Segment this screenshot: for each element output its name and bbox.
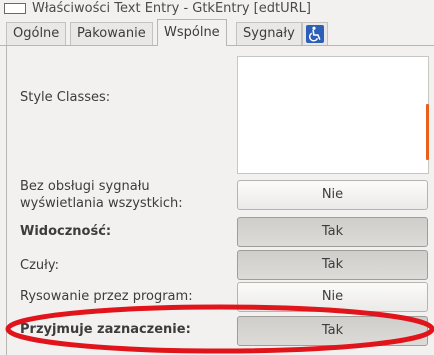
no-show-all-value: Nie: [321, 187, 344, 202]
visible-label: Widoczność:: [20, 224, 112, 239]
no-show-all-label-line2: wyświetlania wszystkich:: [20, 196, 183, 211]
visible-toggle[interactable]: Tak: [237, 217, 428, 247]
no-show-all-toggle[interactable]: Nie: [237, 180, 428, 210]
app-paintable-value: Nie: [321, 289, 344, 304]
title-bar: Właściwości Text Entry - GtkEntry [edtUR…: [0, 0, 434, 19]
scrollbar-thumb[interactable]: [426, 104, 429, 160]
window-title: Właściwości Text Entry - GtkEntry [edtUR…: [32, 1, 311, 16]
tab-common-label: Wspólne: [164, 25, 220, 40]
no-show-all-label: Bez obsługi sygnału: [20, 179, 150, 194]
tab-general[interactable]: Ogólne: [6, 22, 67, 45]
accessibility-icon: [306, 25, 324, 43]
style-classes-textview[interactable]: [237, 56, 429, 174]
visible-value: Tak: [321, 224, 344, 239]
wheelchair-icon: [308, 26, 321, 42]
tab-accessibility[interactable]: [302, 22, 328, 45]
app-paintable-label: Rysowanie przez program:: [20, 289, 193, 304]
sensitive-value: Tak: [321, 257, 344, 272]
tab-packing-label: Pakowanie: [77, 26, 146, 41]
tab-common[interactable]: Wspólne: [157, 19, 227, 46]
sensitive-label: Czuły:: [20, 258, 59, 273]
tab-signals[interactable]: Sygnały: [236, 22, 302, 45]
tab-general-label: Ogólne: [13, 26, 60, 41]
can-default-label: Przyjmuje zaznaczenie:: [20, 322, 191, 337]
can-default-toggle[interactable]: Tak: [237, 316, 428, 346]
sensitive-toggle[interactable]: Tak: [237, 250, 428, 280]
window-icon: [4, 3, 26, 14]
tab-signals-label: Sygnały: [243, 26, 295, 41]
style-classes-label: Style Classes:: [20, 90, 111, 105]
tab-packing[interactable]: Pakowanie: [70, 22, 153, 45]
tab-bar: Ogólne Pakowanie Wspólne Sygnały: [0, 19, 434, 46]
can-default-value: Tak: [321, 323, 344, 338]
app-paintable-toggle[interactable]: Nie: [237, 282, 428, 312]
